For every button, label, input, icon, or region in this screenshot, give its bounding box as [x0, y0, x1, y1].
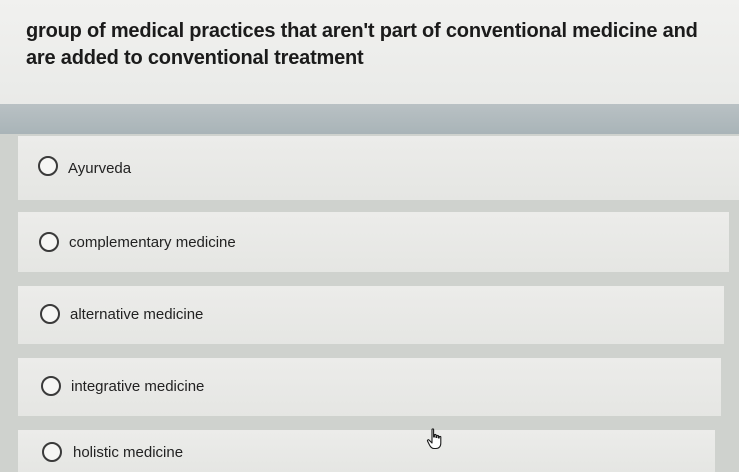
question-panel: group of medical practices that aren't p…: [0, 0, 739, 104]
question-text: group of medical practices that aren't p…: [26, 20, 698, 69]
option-holistic-medicine[interactable]: holistic medicine: [18, 430, 715, 472]
option-label: complementary medicine: [69, 234, 236, 251]
option-label: integrative medicine: [71, 378, 205, 395]
option-complementary-medicine[interactable]: complementary medicine: [18, 212, 729, 272]
option-label: Ayurveda: [68, 160, 132, 177]
option-alternative-medicine[interactable]: alternative medicine: [18, 286, 724, 344]
option-integrative-medicine[interactable]: integrative medicine: [18, 358, 721, 416]
radio-button[interactable]: [40, 304, 60, 324]
radio-button[interactable]: [42, 442, 62, 462]
radio-button[interactable]: [39, 232, 59, 252]
radio-button[interactable]: [41, 376, 61, 396]
option-label: holistic medicine: [73, 444, 184, 461]
option-label: alternative medicine: [70, 306, 204, 323]
divider-band: [0, 104, 739, 134]
hand-pointer-icon: [426, 428, 442, 450]
radio-button[interactable]: [38, 156, 58, 176]
option-ayurveda[interactable]: Ayurveda: [18, 136, 739, 200]
